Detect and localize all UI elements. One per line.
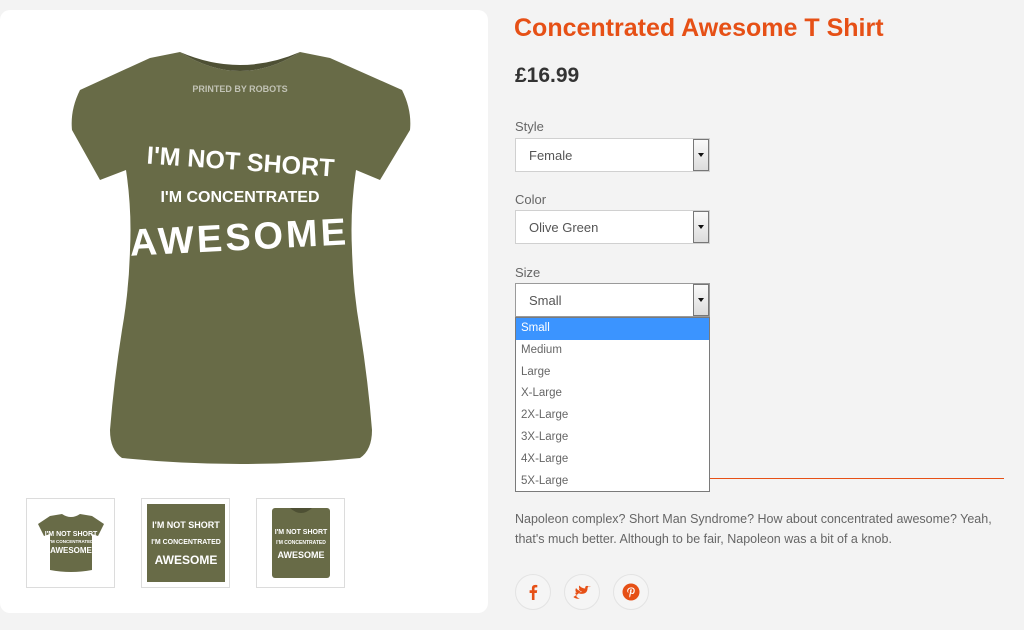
style-label: Style <box>515 119 544 134</box>
svg-text:AWESOME: AWESOME <box>154 553 217 567</box>
chevron-down-icon[interactable] <box>693 284 709 316</box>
pinterest-icon <box>622 583 640 601</box>
size-option[interactable]: 5X-Large <box>516 471 709 493</box>
facebook-share-button[interactable] <box>515 574 551 610</box>
svg-text:PRINTED BY ROBOTS: PRINTED BY ROBOTS <box>192 84 287 94</box>
svg-text:I'M CONCENTRATED: I'M CONCENTRATED <box>48 539 93 544</box>
size-option[interactable]: Large <box>516 362 709 384</box>
twitter-icon <box>573 585 591 599</box>
thumbnail-female-front[interactable]: I'M NOT SHORT I'M CONCENTRATED AWESOME <box>26 498 115 588</box>
pinterest-share-button[interactable] <box>613 574 649 610</box>
size-dropdown-list[interactable]: Small Medium Large X-Large 2X-Large 3X-L… <box>515 317 710 492</box>
product-title: Concentrated Awesome T Shirt <box>514 14 884 42</box>
style-select[interactable]: Female <box>515 138 710 172</box>
size-option[interactable]: X-Large <box>516 383 709 405</box>
color-label: Color <box>515 192 547 207</box>
color-select-value: Olive Green <box>529 219 599 235</box>
svg-text:AWESOME: AWESOME <box>277 550 324 560</box>
main-product-image: PRINTED BY ROBOTS I'M NOT SHORT I'M CONC… <box>20 20 460 480</box>
tshirt-image: PRINTED BY ROBOTS I'M NOT SHORT I'M CONC… <box>71 52 411 464</box>
size-option[interactable]: 4X-Large <box>516 449 709 471</box>
twitter-share-button[interactable] <box>564 574 600 610</box>
size-option[interactable]: Medium <box>516 340 709 362</box>
size-option[interactable]: 3X-Large <box>516 427 709 449</box>
color-select[interactable]: Olive Green <box>515 210 710 244</box>
svg-text:I'M CONCENTRATED: I'M CONCENTRATED <box>160 189 319 206</box>
size-select-value: Small <box>529 292 562 308</box>
product-gallery: PRINTED BY ROBOTS I'M NOT SHORT I'M CONC… <box>0 10 488 613</box>
size-label: Size <box>515 265 541 280</box>
svg-text:AWESOME: AWESOME <box>50 546 92 555</box>
divider <box>710 478 1004 479</box>
svg-text:I'M CONCENTRATED: I'M CONCENTRATED <box>151 539 221 546</box>
svg-text:I'M NOT SHORT: I'M NOT SHORT <box>152 520 220 530</box>
product-price: £16.99 <box>515 64 580 87</box>
size-option[interactable]: Small <box>516 318 709 340</box>
thumbnail-print-closeup[interactable]: I'M NOT SHORT I'M CONCENTRATED AWESOME <box>141 498 230 588</box>
size-select[interactable]: Small <box>515 283 710 317</box>
svg-text:I'M CONCENTRATED: I'M CONCENTRATED <box>276 540 326 546</box>
thumbnail-folded[interactable]: I'M NOT SHORT I'M CONCENTRATED AWESOME <box>256 498 345 588</box>
svg-text:I'M NOT SHORT: I'M NOT SHORT <box>274 529 327 536</box>
style-select-value: Female <box>529 147 573 163</box>
chevron-down-icon[interactable] <box>693 139 709 171</box>
facebook-icon <box>529 584 538 600</box>
product-description: Napoleon complex? Short Man Syndrome? Ho… <box>515 512 992 546</box>
chevron-down-icon[interactable] <box>693 211 709 243</box>
size-option[interactable]: 2X-Large <box>516 405 709 427</box>
svg-text:I'M NOT SHORT: I'M NOT SHORT <box>44 531 97 538</box>
